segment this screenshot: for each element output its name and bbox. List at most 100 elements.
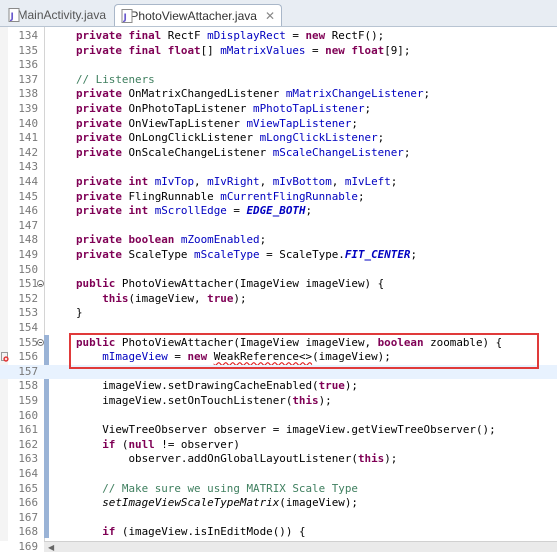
code-line[interactable]: 164 <box>0 467 557 482</box>
code-line[interactable]: 149 private ScaleType mScaleType = ScaleT… <box>0 248 557 263</box>
line-number: 154 <box>18 321 38 334</box>
code-token: mIvTop <box>154 175 195 188</box>
code-token: } <box>76 306 83 320</box>
code-line[interactable]: 136 <box>0 58 557 73</box>
line-number: 147 <box>18 218 38 232</box>
code-token: mIvBottom <box>272 175 332 188</box>
code-line[interactable]: 160 <box>0 409 557 424</box>
code-token: = <box>285 29 306 42</box>
code-token: private <box>76 116 129 130</box>
code-token: mDisplayRect <box>207 29 286 42</box>
line-number: 156 <box>18 350 38 364</box>
code-line[interactable]: 162 if (null != observer) <box>0 438 557 453</box>
code-token: , <box>194 175 208 188</box>
fold-collapse-icon[interactable] <box>37 280 44 288</box>
code-token: != observer) <box>161 437 240 451</box>
code-token: ); <box>233 291 247 305</box>
code-line[interactable]: 152 this(imageView, true); <box>0 292 557 307</box>
line-number: 136 <box>18 58 38 72</box>
line-text: // Listeners <box>76 73 155 88</box>
code-token: mZoomEnabled <box>180 233 260 247</box>
code-token: (imageView, <box>128 291 208 305</box>
code-token: mPhotoTapListener <box>253 102 365 115</box>
code-line[interactable]: 167 <box>0 511 557 526</box>
code-line[interactable]: 147 <box>0 219 557 234</box>
svg-text:J: J <box>10 12 14 22</box>
line-number: 137 <box>18 72 38 86</box>
code-line[interactable]: 163 observer.addOnGlobalLayoutListener(t… <box>0 452 557 467</box>
tab-photoviewattacher[interactable]: J PhotoViewAttacher.java ✕ <box>114 4 282 26</box>
line-number: 169 <box>18 540 38 553</box>
code-line[interactable]: 153} <box>0 306 557 321</box>
code-token: if <box>102 525 122 539</box>
code-line[interactable]: 142 private OnScaleChangeListener mScaleC… <box>0 146 557 161</box>
line-number: 145 <box>18 189 38 203</box>
code-line[interactable]: 141 private OnLongClickListener mLongClic… <box>0 131 557 146</box>
fold-collapse-icon[interactable] <box>37 338 44 346</box>
code-line[interactable]: 158 imageView.setDrawingCacheEnabled(tru… <box>0 379 557 394</box>
code-token: (imageView.isInEditMode()) { <box>121 525 306 539</box>
code-token: private <box>76 189 129 203</box>
code-token: if <box>102 437 122 451</box>
line-number: 134 <box>18 29 38 42</box>
code-token: this <box>292 394 319 407</box>
code-line[interactable]: 166 setImageViewScaleTypeMatrix(imageVie… <box>0 496 557 511</box>
svg-text:J: J <box>123 13 127 23</box>
code-line[interactable]: 159 imageView.setOnTouchListener(this); <box>0 394 557 409</box>
code-token: new <box>305 29 332 42</box>
code-line[interactable]: 148 private boolean mZoomEnabled; <box>0 233 557 248</box>
line-text: private final float[] mMatrixValues = ne… <box>76 44 410 59</box>
code-token: FlingRunnable <box>128 189 221 203</box>
tab-label: MainActivity.java <box>17 8 106 22</box>
code-line[interactable]: 140 private OnViewTapListener mViewTapLis… <box>0 117 557 132</box>
line-text: private OnScaleChangeListener mScaleChan… <box>76 146 410 161</box>
code-token: ; <box>410 248 418 261</box>
code-line[interactable]: 165 // Make sure we using MATRIX Scale T… <box>0 482 557 497</box>
java-file-icon: J <box>8 8 20 22</box>
tab-main-activity[interactable]: J MainActivity.java <box>2 4 112 26</box>
code-line[interactable]: 134 private final RectF mDisplayRect = ne… <box>0 29 557 44</box>
close-icon[interactable]: ✕ <box>265 9 275 23</box>
code-line[interactable]: 151 public PhotoViewAttacher(ImageView im… <box>0 277 557 292</box>
code-line[interactable]: 137 // Listeners <box>0 73 557 88</box>
code-line[interactable]: 146 private int mScrollEdge = EDGE_BOTH; <box>0 204 557 219</box>
code-token: private <box>76 131 129 145</box>
code-line[interactable]: 144 private int mIvTop, mIvRight, mIvBott… <box>0 175 557 190</box>
code-line[interactable]: 161 ViewTreeObserver observer = imageVie… <box>0 423 557 438</box>
line-number: 146 <box>18 204 38 218</box>
code-line[interactable]: 138 private OnMatrixChangedListener mMatr… <box>0 87 557 102</box>
code-line[interactable]: 168 if (imageView.isInEditMode()) { <box>0 525 557 540</box>
code-token: = <box>226 204 247 218</box>
code-line[interactable]: 139 private OnPhotoTapListener mPhotoTapL… <box>0 102 557 117</box>
line-number: 165 <box>18 481 38 495</box>
error-marker-icon[interactable] <box>1 352 9 362</box>
line-text: public PhotoViewAttacher(ImageView image… <box>76 277 384 292</box>
line-number: 155 <box>18 335 38 349</box>
line-text: private OnMatrixChangedListener mMatrixC… <box>76 87 430 102</box>
line-text: this(imageView, true); <box>76 291 247 307</box>
code-line[interactable]: 135 private final float[] mMatrixValues =… <box>0 44 557 59</box>
code-token: observer.addOnGlobalLayoutListener( <box>76 452 358 466</box>
code-token: RectF(); <box>331 29 385 42</box>
line-text: private OnViewTapListener mViewTapListen… <box>76 117 358 132</box>
scroll-left-icon[interactable]: ◀ <box>48 543 54 552</box>
code-token: mCurrentFlingRunnable <box>220 189 358 203</box>
code-line[interactable]: 150 <box>0 263 557 278</box>
line-number: 148 <box>18 233 38 247</box>
line-number: 159 <box>18 394 38 407</box>
horizontal-scrollbar[interactable]: ◀ <box>44 541 557 552</box>
code-token: ); <box>318 394 332 407</box>
code-token: mIvLeft <box>344 175 391 188</box>
line-text: private boolean mZoomEnabled; <box>76 233 266 248</box>
line-number: 142 <box>18 145 38 159</box>
code-line[interactable]: 145 private FlingRunnable mCurrentFlingRu… <box>0 190 557 205</box>
code-token: private int <box>76 204 155 218</box>
code-token: = ScaleType. <box>259 248 345 261</box>
code-token: OnMatrixChangedListener <box>128 87 286 101</box>
code-token: ScaleType <box>128 248 195 261</box>
code-token: ; <box>377 131 385 145</box>
code-token: mScaleType <box>194 248 260 261</box>
code-line[interactable]: 143 <box>0 160 557 175</box>
